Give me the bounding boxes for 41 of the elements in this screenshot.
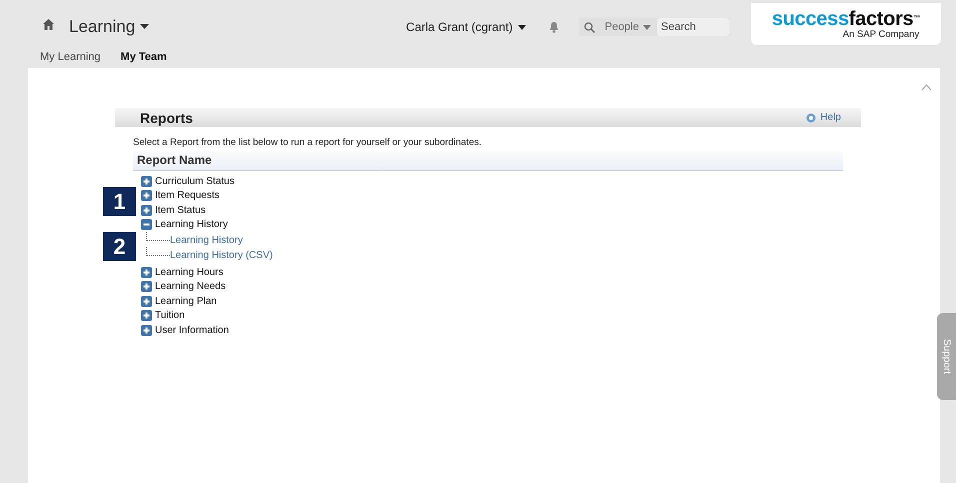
caret-icon	[140, 24, 150, 30]
report-link[interactable]: Learning History	[170, 233, 243, 248]
search-field[interactable]: Search	[657, 18, 729, 36]
tree-item[interactable]: User Information	[155, 324, 229, 336]
step-badge: 2	[103, 232, 136, 261]
expand-icon[interactable]	[141, 266, 152, 278]
help-link[interactable]: Help	[806, 112, 841, 123]
tree-item[interactable]: Learning History	[155, 219, 228, 230]
tab[interactable]: My Learning	[40, 51, 101, 63]
tree-connector	[146, 247, 170, 256]
tree-connector	[146, 232, 170, 241]
help-icon	[806, 112, 816, 122]
tree-item[interactable]: Tuition	[155, 310, 185, 322]
expand-icon[interactable]	[141, 190, 152, 202]
home-icon[interactable]	[43, 18, 54, 30]
expand-icon[interactable]	[141, 310, 152, 322]
column-header: Report Name	[133, 151, 843, 171]
module-menu[interactable]: Learning	[69, 16, 150, 36]
tree-item[interactable]: Curriculum Status	[155, 176, 234, 187]
step-badge: 1	[103, 187, 136, 216]
tree-item[interactable]: Item Status	[155, 204, 206, 216]
search-icon[interactable]	[584, 22, 595, 32]
expand-icon[interactable]	[141, 176, 152, 187]
expand-icon[interactable]	[141, 281, 152, 292]
tree-item[interactable]: Learning Needs	[155, 281, 226, 292]
tree-item[interactable]: Learning Plan	[155, 296, 217, 307]
caret-icon	[643, 24, 651, 30]
expand-icon[interactable]	[141, 296, 152, 307]
report-link[interactable]: Learning History (CSV)	[170, 248, 273, 263]
expand-icon[interactable]	[141, 204, 152, 216]
collapse-icon[interactable]	[141, 219, 152, 230]
section-title: Reports	[140, 110, 193, 126]
search-scope-dropdown[interactable]: People	[604, 21, 651, 33]
tree-item[interactable]: Item Requests	[155, 190, 220, 202]
description-text: Select a Report from the list below to run a report for yourself or your subordinates.	[133, 137, 482, 148]
caret-icon	[518, 24, 526, 30]
tab[interactable]: My Team	[120, 51, 167, 63]
bell-icon[interactable]	[548, 22, 559, 32]
user-menu[interactable]: Carla Grant (cgrant)	[406, 20, 526, 34]
tree-item[interactable]: Learning Hours	[155, 266, 224, 278]
expand-icon[interactable]	[141, 324, 152, 336]
